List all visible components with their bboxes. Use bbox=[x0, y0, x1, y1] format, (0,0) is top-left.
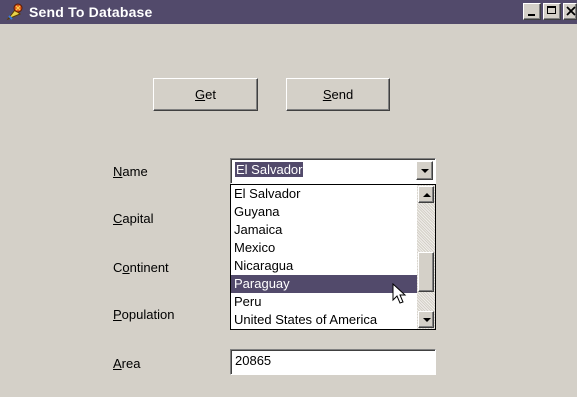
capital-label: Capital bbox=[113, 211, 154, 226]
mouse-pointer-icon bbox=[392, 283, 407, 304]
chevron-up-icon bbox=[423, 193, 431, 197]
dropdown-items: El Salvador Guyana Jamaica Mexico Nicara… bbox=[231, 185, 418, 329]
minimize-button[interactable] bbox=[523, 3, 541, 20]
population-label: Population bbox=[113, 307, 175, 322]
chevron-down-icon bbox=[423, 318, 431, 322]
list-item[interactable]: El Salvador bbox=[231, 185, 418, 203]
area-field-value: 20865 bbox=[235, 353, 272, 368]
close-button[interactable] bbox=[563, 3, 577, 20]
list-item[interactable]: Nicaragua bbox=[231, 257, 418, 275]
list-item[interactable]: Guyana bbox=[231, 203, 418, 221]
area-field[interactable]: 20865 bbox=[230, 349, 436, 375]
get-button[interactable]: Get bbox=[153, 78, 258, 111]
scroll-up-button[interactable] bbox=[418, 186, 434, 203]
get-button-label: et bbox=[205, 87, 216, 102]
continent-label: Continent bbox=[113, 260, 169, 275]
app-window: Send To Database Get Send Name Capital C… bbox=[0, 0, 577, 397]
name-combobox[interactable]: El Salvador bbox=[230, 158, 436, 184]
list-item[interactable]: Mexico bbox=[231, 239, 418, 257]
name-label: Name bbox=[113, 164, 148, 179]
scrollbar-thumb[interactable] bbox=[418, 252, 434, 292]
send-button-mnemonic: S bbox=[322, 87, 332, 102]
area-label: Area bbox=[113, 356, 141, 371]
name-dropdown-list[interactable]: El Salvador Guyana Jamaica Mexico Nicara… bbox=[230, 184, 436, 330]
list-item[interactable]: United States of America bbox=[231, 311, 418, 329]
title-bar-buttons bbox=[521, 3, 577, 20]
list-item[interactable]: Jamaica bbox=[231, 221, 418, 239]
title-bar[interactable]: Send To Database bbox=[0, 0, 577, 24]
get-button-mnemonic: G bbox=[195, 87, 206, 102]
list-item[interactable]: Peru bbox=[231, 293, 418, 311]
list-item-selected[interactable]: Paraguay bbox=[231, 275, 418, 293]
chevron-down-icon bbox=[421, 169, 429, 173]
app-icon bbox=[6, 2, 26, 22]
combobox-dropdown-button[interactable] bbox=[416, 161, 433, 180]
send-button[interactable]: Send bbox=[286, 78, 390, 111]
maximize-button[interactable] bbox=[543, 3, 561, 20]
send-button-label: end bbox=[331, 87, 354, 102]
scroll-down-button[interactable] bbox=[418, 311, 434, 328]
window-title: Send To Database bbox=[29, 4, 153, 20]
close-icon bbox=[566, 6, 576, 16]
dropdown-scrollbar[interactable] bbox=[417, 185, 435, 329]
name-combobox-value: El Salvador bbox=[235, 162, 304, 177]
